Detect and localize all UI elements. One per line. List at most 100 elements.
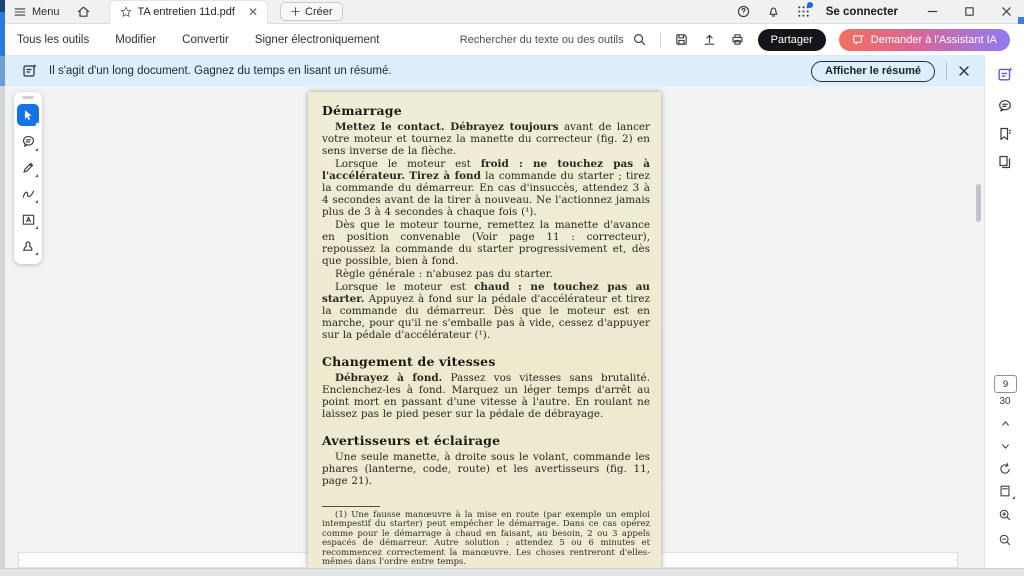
- menu-tous-les-outils[interactable]: Tous les outils: [17, 34, 89, 46]
- show-summary-button[interactable]: Afficher le résumé: [811, 61, 935, 82]
- menu-signer[interactable]: Signer électroniquement: [255, 34, 380, 46]
- tab-close-icon[interactable]: ✕: [247, 5, 259, 19]
- rotate-icon: [998, 462, 1012, 476]
- cursor-arrow-icon: [21, 108, 35, 122]
- paragraph: Lorsque le moteur est froid : ne touchez…: [322, 158, 650, 218]
- upload-icon[interactable]: [702, 32, 717, 47]
- divider: [946, 62, 947, 80]
- current-page-input[interactable]: [994, 375, 1017, 393]
- notification-message: Il s'agit d'un long document. Gagnez du …: [49, 65, 392, 77]
- quick-tools-panel: [14, 92, 42, 264]
- rotate-page-button[interactable]: [993, 459, 1017, 479]
- menu-convertir[interactable]: Convertir: [182, 34, 229, 46]
- previous-page-button[interactable]: [993, 413, 1017, 433]
- zoom-out-icon: [998, 533, 1012, 547]
- comment-tool-button[interactable]: [17, 130, 39, 152]
- page-view-icon: [998, 484, 1012, 498]
- tab-title: TA entretien 11d.pdf: [138, 6, 235, 18]
- section-heading: Changement de vitesses: [322, 354, 650, 369]
- taskbar-text-sliver: ▪▪▪▪▪▪▪▪: [22, 571, 92, 575]
- summary-doc-icon: [22, 63, 38, 79]
- divider: [660, 32, 661, 48]
- paragraph: Débrayez à fond. Passez vos vitesses san…: [322, 372, 650, 420]
- page-view-button[interactable]: [993, 481, 1017, 501]
- paragraph: Dès que le moteur tourne, remettez la ma…: [322, 219, 650, 267]
- zoom-out-button[interactable]: [993, 530, 1017, 550]
- zoom-in-button[interactable]: [993, 505, 1017, 525]
- document-viewport: Démarrage Mettez le contact. Débrayez to…: [5, 86, 984, 568]
- comments-icon: [997, 98, 1013, 114]
- summary-notification-bar: Il s'agit d'un long document. Gagnez du …: [5, 56, 984, 86]
- chevron-down-icon: [999, 440, 1012, 453]
- main-toolbar: Tous les outils Modifier Convertir Signe…: [5, 24, 1024, 56]
- paragraph: Mettez le contact. Débrayez toujours ava…: [322, 121, 650, 157]
- bottom-window-edge: ▪▪▪▪▪▪▪▪ ▪▪▪▪▪▪▪▪▪▪▪▪▪▪: [0, 568, 1024, 576]
- minimize-icon[interactable]: [927, 6, 938, 17]
- search-icon: [632, 32, 647, 47]
- close-window-icon[interactable]: [1001, 6, 1012, 17]
- home-button[interactable]: [68, 0, 99, 23]
- paragraph: Une seule manette, à droite sous le vola…: [322, 451, 650, 487]
- drag-handle[interactable]: [22, 96, 34, 99]
- create-button[interactable]: Créer: [280, 2, 343, 21]
- comments-panel-button[interactable]: [993, 94, 1017, 118]
- save-icon[interactable]: [674, 32, 689, 47]
- ai-assistant-button[interactable]: Demander à l'Assistant IA: [839, 29, 1010, 51]
- create-label: Créer: [305, 6, 333, 18]
- right-panel: 30: [984, 55, 1024, 568]
- section-heading: Avertisseurs et éclairage: [322, 433, 650, 448]
- search-field[interactable]: [454, 32, 647, 47]
- pen-icon: [21, 160, 36, 175]
- paragraph: Règle générale : n'abusez pas du starter…: [322, 268, 650, 280]
- zoom-in-icon: [998, 508, 1012, 522]
- notifications-bell-icon[interactable]: [766, 4, 781, 19]
- menu-button[interactable]: Menu: [5, 0, 68, 23]
- pages-icon: [997, 154, 1013, 170]
- total-pages-label: 30: [985, 396, 1024, 407]
- next-page-button[interactable]: [993, 436, 1017, 456]
- stamp-icon: [21, 238, 36, 253]
- vertical-scrollbar-thumb[interactable]: [976, 184, 981, 222]
- star-icon: [120, 6, 132, 18]
- pdf-page: Démarrage Mettez le contact. Débrayez to…: [308, 92, 661, 568]
- share-label: Partager: [771, 34, 813, 46]
- apps-grid-icon[interactable]: [796, 4, 811, 19]
- footnote: (1) Une fausse manœuvre à la mise en rou…: [322, 511, 650, 567]
- text-box-icon: [21, 212, 36, 227]
- document-tab[interactable]: TA entretien 11d.pdf ✕: [109, 0, 269, 24]
- menu-label: Menu: [32, 6, 60, 18]
- taskbar-text-sliver: ▪▪▪▪▪▪▪▪▪▪▪▪▪▪: [110, 571, 240, 575]
- search-input[interactable]: [454, 33, 626, 47]
- plus-icon: [290, 6, 301, 17]
- hamburger-icon: [13, 5, 27, 19]
- acrobat-window: Menu TA entretien 11d.pdf ✕ Créer: [0, 0, 1024, 576]
- print-icon[interactable]: [730, 32, 745, 47]
- highlight-tool-button[interactable]: [17, 156, 39, 178]
- section-heading: Démarrage: [322, 103, 650, 118]
- help-icon[interactable]: [736, 4, 751, 19]
- title-bar: Menu TA entretien 11d.pdf ✕ Créer: [5, 0, 1024, 24]
- add-text-tool-button[interactable]: [17, 208, 39, 230]
- footnote-separator: [322, 506, 380, 507]
- maximize-icon[interactable]: [964, 6, 975, 17]
- select-tool-button[interactable]: [17, 104, 39, 126]
- chevron-up-icon: [999, 417, 1012, 430]
- notification-dot: [807, 2, 813, 8]
- stamp-tool-button[interactable]: [17, 234, 39, 256]
- paragraph: Lorsque le moteur est chaud : ne touchez…: [322, 281, 650, 341]
- bookmarks-panel-button[interactable]: [993, 122, 1017, 146]
- menu-modifier[interactable]: Modifier: [115, 34, 156, 46]
- draw-tool-button[interactable]: [17, 182, 39, 204]
- bookmark-icon: [997, 126, 1013, 142]
- page-thumbnails-panel-button[interactable]: [993, 150, 1017, 174]
- notification-close-icon[interactable]: [958, 65, 970, 77]
- sign-in-button[interactable]: Se connecter: [826, 6, 898, 18]
- ai-summary-panel-button[interactable]: [993, 62, 1017, 86]
- comment-bubble-icon: [21, 134, 36, 149]
- ai-summary-icon: [997, 66, 1014, 83]
- ai-chat-icon: [852, 33, 865, 46]
- ai-assistant-label: Demander à l'Assistant IA: [871, 34, 997, 46]
- squiggle-icon: [21, 186, 36, 201]
- share-button[interactable]: Partager: [758, 29, 826, 51]
- home-icon: [76, 4, 91, 19]
